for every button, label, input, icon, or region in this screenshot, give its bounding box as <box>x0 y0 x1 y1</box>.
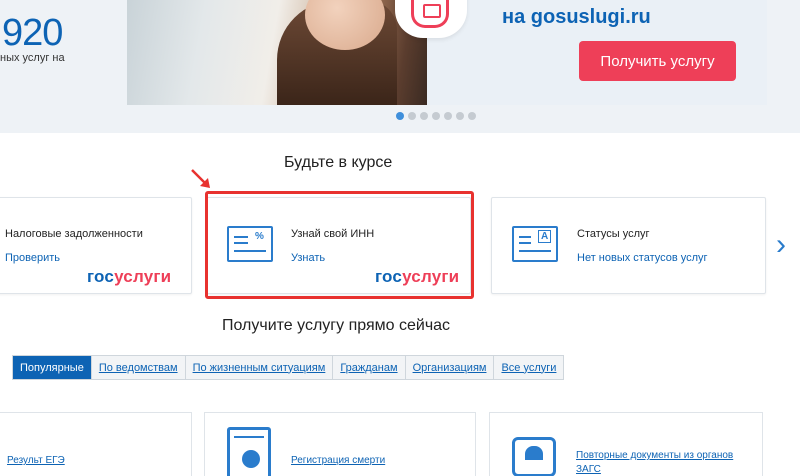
icon-line <box>519 250 551 252</box>
banner-photo <box>127 0 427 105</box>
card-link[interactable]: Нет новых статусов услуг <box>577 252 708 264</box>
tab-organizations[interactable]: Организациям <box>406 356 495 379</box>
services-count-caption: ных услуг на <box>0 52 65 64</box>
carousel-dot[interactable] <box>444 112 452 120</box>
icon-line <box>519 242 531 244</box>
service-card-exam-results[interactable]: Результ ЕГЭ <box>0 412 192 476</box>
tab-by-agency[interactable]: По ведомствам <box>92 356 186 379</box>
document-badge-icon <box>395 0 467 38</box>
letter-a-symbol: A <box>538 230 552 243</box>
tab-citizens[interactable]: Гражданам <box>333 356 406 379</box>
chevron-right-icon[interactable]: › <box>776 228 786 262</box>
services-section-title: Получите услугу прямо сейчас <box>222 317 451 334</box>
tab-popular[interactable]: Популярные <box>13 356 92 379</box>
service-card-label[interactable]: Регистрация смерти <box>291 455 385 466</box>
carousel-dot[interactable] <box>468 112 476 120</box>
person-document-icon <box>512 437 556 476</box>
service-card-registry-documents[interactable]: Повторные документы из органов ЗАГС <box>489 412 763 476</box>
card-link[interactable]: Проверить <box>5 252 60 264</box>
carousel-dot[interactable] <box>396 112 404 120</box>
pointer-arrow-icon <box>191 169 210 188</box>
service-card-death-registration[interactable]: Регистрация смерти <box>204 412 476 476</box>
promo-banner[interactable]: на gosuslugi.ru Получить услугу <box>127 0 767 105</box>
get-service-button[interactable]: Получить услугу <box>579 41 736 81</box>
card-service-statuses[interactable]: A Статусы услуг Нет новых статусов услуг <box>491 197 766 294</box>
person-icon-head <box>525 446 543 460</box>
icon-line <box>519 236 531 238</box>
certificate-icon-seal <box>242 450 260 468</box>
gosuslugi-logo: госуслуги <box>87 267 171 287</box>
carousel-dot[interactable] <box>432 112 440 120</box>
tab-life-situations[interactable]: По жизненным ситуациям <box>186 356 334 379</box>
certificate-icon <box>227 427 271 476</box>
carousel-dot[interactable] <box>408 112 416 120</box>
logo-part-gos: гос <box>87 267 115 286</box>
services-count: 920 <box>2 12 63 54</box>
logo-part-uslugi: услуги <box>114 267 172 286</box>
top-band: 920 ных услуг на на gosuslugi.ru Получит… <box>0 0 800 133</box>
certificate-icon-line <box>234 436 264 438</box>
highlight-frame <box>205 191 474 299</box>
carousel-dot[interactable] <box>456 112 464 120</box>
card-title: Налоговые задолженности <box>5 228 143 240</box>
news-section-title: Будьте в курсе <box>284 154 393 171</box>
carousel-dots <box>396 112 476 120</box>
status-document-icon: A <box>512 226 558 262</box>
tab-all-services[interactable]: Все услуги <box>494 356 563 379</box>
services-tabs: Популярные По ведомствам По жизненным си… <box>12 355 565 380</box>
document-badge-icon-inner <box>411 0 449 28</box>
service-card-label[interactable]: Результ ЕГЭ <box>7 455 65 466</box>
carousel-dot[interactable] <box>420 112 428 120</box>
card-title: Статусы услуг <box>577 228 650 240</box>
service-card-label[interactable]: Повторные документы из органов ЗАГС <box>576 449 756 476</box>
banner-text: на gosuslugi.ru <box>502 6 651 28</box>
card-tax-debts[interactable]: Налоговые задолженности Проверить госусл… <box>0 197 192 294</box>
